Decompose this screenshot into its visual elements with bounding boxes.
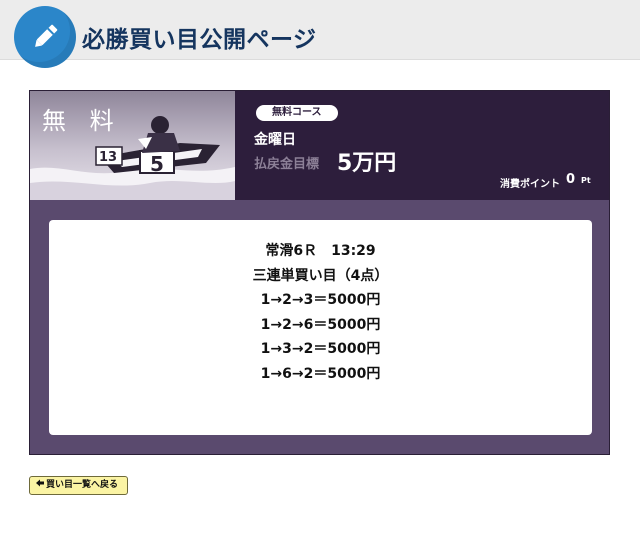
tip-card: 5 13 無 料 無料コース 金曜日 払戻金目標 5万円 消費ポイント 0 Pt… xyxy=(29,90,610,455)
bet-type: 三連単買い目（4点） xyxy=(252,267,389,284)
back-button-label: 買い目一覧へ戻る xyxy=(46,480,119,490)
arrow-left-icon xyxy=(36,477,44,494)
boat-number-back: 13 xyxy=(99,150,117,165)
course-badge: 無料コース xyxy=(256,105,338,121)
boat-number-main: 5 xyxy=(150,152,164,176)
race-day: 金曜日 xyxy=(254,132,296,148)
race-info: 常滑6Ｒ 13:29 xyxy=(265,243,376,259)
free-boat-image: 5 13 無 料 xyxy=(30,91,235,200)
pencil-icon xyxy=(35,24,58,47)
bet-line: 1→3→2＝5000円 xyxy=(260,341,381,357)
logo xyxy=(14,6,76,68)
points-unit: Pt xyxy=(581,176,591,185)
site-header: 必勝買い目公開ページ xyxy=(0,0,640,68)
bet-line: 1→6→2＝5000円 xyxy=(260,365,381,382)
back-to-list-button[interactable]: 買い目一覧へ戻る xyxy=(29,476,128,495)
tip-card-header: 5 13 無 料 無料コース 金曜日 払戻金目標 5万円 消費ポイント 0 Pt xyxy=(30,91,609,200)
page-title: 必勝買い目公開ページ xyxy=(82,27,317,53)
points-value: 0 xyxy=(566,172,576,187)
bet-line: 1→2→6＝5000円 xyxy=(260,316,381,333)
free-label: 無 料 xyxy=(42,107,122,135)
bet-line: 1→2→3＝5000円 xyxy=(260,292,381,308)
payout-target-value: 5万円 xyxy=(337,151,397,176)
tips-box: 常滑6Ｒ 13:29 三連単買い目（4点） 1→2→3＝5000円 1→2→6＝… xyxy=(49,220,592,435)
points-label: 消費ポイント xyxy=(500,179,560,190)
payout-target-label: 払戻金目標 xyxy=(254,157,320,172)
